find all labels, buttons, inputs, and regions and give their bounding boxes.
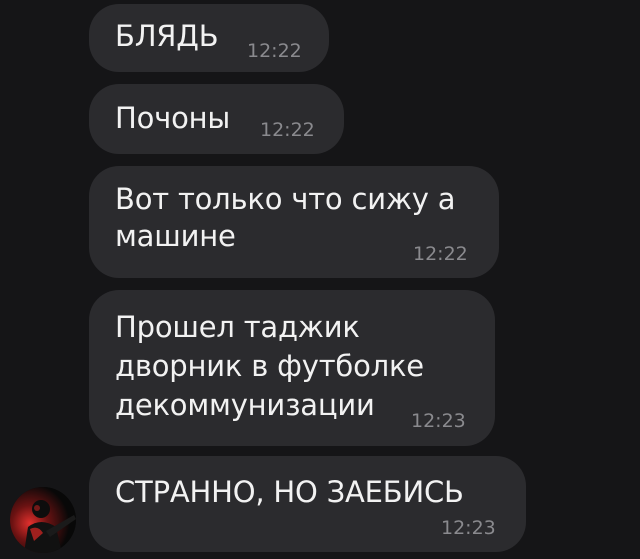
message-bubble[interactable]: Почоны 12:22 (89, 84, 344, 154)
message-text: Почоны (115, 101, 231, 135)
message-text: БЛЯДЬ (115, 19, 219, 53)
message-timestamp: 12:23 (411, 410, 466, 432)
message-text: Вот только что сижу а машине (115, 182, 456, 253)
message-bubble[interactable]: СТРАННО, НО ЗАЕБИСЬ 12:23 (89, 456, 526, 552)
chat-message-list[interactable]: БЛЯДЬ 12:22 Почоны 12:22 Вот только что … (0, 0, 640, 559)
message-bubble[interactable]: БЛЯДЬ 12:22 (89, 4, 329, 72)
message-text: Прошел таджик дворник в футболке декомму… (115, 310, 424, 422)
user-avatar-photo-icon (10, 487, 76, 553)
message-timestamp: 12:22 (247, 40, 302, 62)
message-bubble[interactable]: Прошел таджик дворник в футболке декомму… (89, 290, 495, 446)
message-timestamp: 12:23 (441, 517, 496, 539)
message-timestamp: 12:22 (260, 119, 315, 141)
sender-avatar[interactable] (10, 487, 76, 553)
message-bubble[interactable]: Вот только что сижу а машине 12:22 (89, 166, 499, 278)
message-text: СТРАННО, НО ЗАЕБИСЬ (115, 475, 464, 509)
message-timestamp: 12:22 (413, 243, 468, 265)
